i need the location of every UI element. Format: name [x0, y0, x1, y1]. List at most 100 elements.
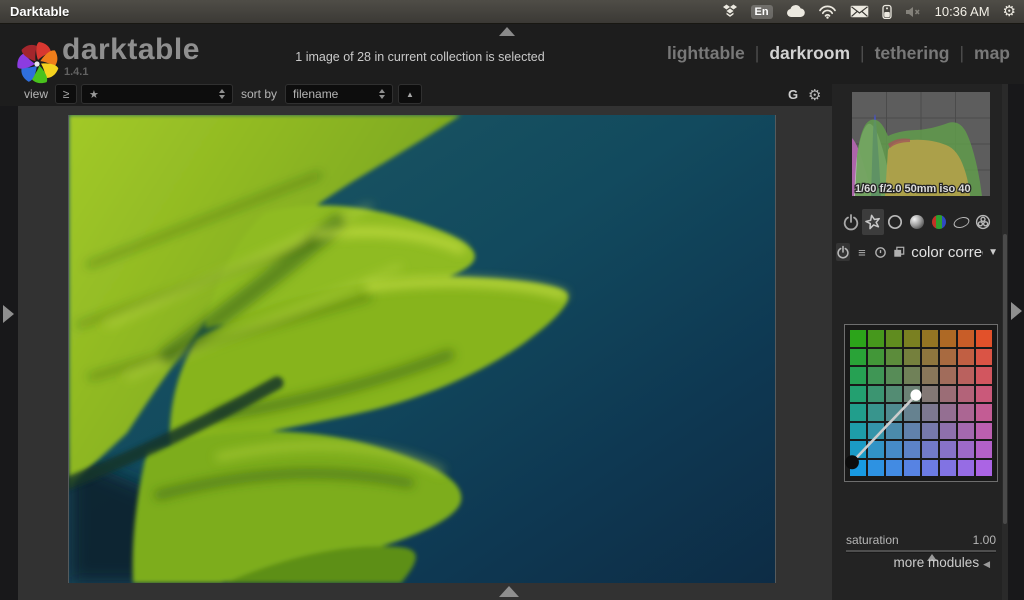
color-grid-cell[interactable]	[850, 422, 866, 439]
color-grid-cell[interactable]	[940, 330, 956, 347]
active-modules-group-power-icon[interactable]	[840, 209, 862, 235]
color-grid-cell[interactable]	[868, 441, 884, 458]
color-grid-cell[interactable]	[958, 348, 974, 365]
color-grid-cell[interactable]	[958, 422, 974, 439]
module-reset-icon[interactable]	[874, 243, 888, 261]
nav-map[interactable]: map	[974, 43, 1010, 64]
color-grid-cell[interactable]	[868, 404, 884, 421]
color-grid-cell[interactable]	[850, 441, 866, 458]
saturation-slider[interactable]: saturation 1.00	[846, 533, 996, 561]
color-grid-cell[interactable]	[904, 422, 920, 439]
color-grid-cell[interactable]	[940, 385, 956, 402]
sort-direction-button[interactable]: ▲	[398, 84, 422, 104]
mail-icon[interactable]	[850, 5, 869, 18]
color-grid-cell[interactable]	[850, 348, 866, 365]
color-grid-cell[interactable]	[940, 422, 956, 439]
nav-tethering[interactable]: tethering	[875, 43, 950, 64]
histogram[interactable]: 1/60 f/2.0 50mm iso 40	[852, 92, 990, 196]
color-grid-cell[interactable]	[976, 459, 992, 476]
module-presets-icon[interactable]: ≡	[855, 243, 869, 261]
color-grid-cell[interactable]	[922, 404, 938, 421]
wifi-icon[interactable]	[818, 5, 837, 19]
module-expand-icon[interactable]: ▼	[988, 247, 998, 258]
saturation-track[interactable]	[846, 550, 996, 561]
color-grid-cell[interactable]	[868, 330, 884, 347]
color-grid-cell[interactable]	[904, 367, 920, 384]
top-panel-expander-icon[interactable]	[499, 27, 515, 36]
color-grid-cell[interactable]	[850, 330, 866, 347]
color-grid-cell[interactable]	[886, 422, 902, 439]
tone-group-icon[interactable]	[906, 209, 928, 235]
color-grid-cell[interactable]	[886, 330, 902, 347]
color-grid-cell[interactable]	[958, 441, 974, 458]
color-grid-cell[interactable]	[904, 330, 920, 347]
filter-comparator-button[interactable]: ≥	[55, 84, 77, 104]
session-menu-gear-icon[interactable]: ⚙	[1003, 4, 1016, 19]
color-grid-cell[interactable]	[922, 385, 938, 402]
color-grid-cell[interactable]	[958, 459, 974, 476]
module-power-icon[interactable]	[836, 243, 850, 261]
color-grid-cell[interactable]	[868, 367, 884, 384]
favorites-group-star-icon[interactable]	[862, 209, 884, 235]
sort-field-dropdown[interactable]: filename	[285, 84, 393, 104]
color-grid-cell[interactable]	[958, 404, 974, 421]
nav-darkroom[interactable]: darkroom	[769, 43, 850, 64]
color-grid-cell[interactable]	[940, 404, 956, 421]
right-panel-collapse-icon[interactable]	[1011, 302, 1022, 320]
color-grid-cell[interactable]	[850, 459, 866, 476]
keyboard-layout-indicator[interactable]: En	[750, 4, 773, 19]
color-grid-cell[interactable]	[886, 385, 902, 402]
color-grid-cell[interactable]	[886, 367, 902, 384]
color-grid-cell[interactable]	[850, 367, 866, 384]
color-grid-cell[interactable]	[940, 367, 956, 384]
color-grid-cell[interactable]	[922, 330, 938, 347]
color-grid-cell[interactable]	[850, 385, 866, 402]
clock[interactable]: 10:36 AM	[935, 4, 990, 19]
color-grid-cell[interactable]	[976, 367, 992, 384]
color-grid-cell[interactable]	[922, 348, 938, 365]
volume-muted-icon[interactable]	[905, 6, 922, 18]
more-modules-toggle[interactable]: more modules ◀	[832, 555, 990, 570]
color-grid-cell[interactable]	[922, 367, 938, 384]
cloud-icon[interactable]	[786, 5, 805, 18]
color-grid-cell[interactable]	[958, 367, 974, 384]
color-grid-cell[interactable]	[940, 441, 956, 458]
grouping-toggle[interactable]: G	[788, 87, 798, 102]
color-grid-cell[interactable]	[904, 385, 920, 402]
left-panel-expander-icon[interactable]	[3, 305, 14, 323]
color-grid-cell[interactable]	[976, 348, 992, 365]
module-header-color-correction[interactable]: ≡ color correctio ▼	[836, 240, 998, 264]
color-grid-cell[interactable]	[922, 459, 938, 476]
color-grid-cell[interactable]	[958, 330, 974, 347]
color-grid-cell[interactable]	[886, 459, 902, 476]
color-grid-cell[interactable]	[940, 459, 956, 476]
color-grid-cell[interactable]	[976, 330, 992, 347]
photo-flower-macro[interactable]	[68, 115, 776, 583]
color-grid-cell[interactable]	[904, 348, 920, 365]
dropbox-icon[interactable]	[722, 4, 738, 19]
color-grid-cell[interactable]	[904, 459, 920, 476]
color-grid-cell[interactable]	[976, 422, 992, 439]
color-grid-cell[interactable]	[886, 404, 902, 421]
module-instance-icon[interactable]	[892, 243, 906, 261]
color-grid-cell[interactable]	[886, 348, 902, 365]
color-grid[interactable]	[850, 330, 992, 476]
color-grid-cell[interactable]	[976, 385, 992, 402]
color-grid-cell[interactable]	[922, 422, 938, 439]
battery-icon[interactable]	[881, 4, 892, 19]
basic-group-circle-icon[interactable]	[884, 209, 906, 235]
color-grid-cell[interactable]	[886, 441, 902, 458]
color-grid-cell[interactable]	[868, 422, 884, 439]
rating-filter-dropdown[interactable]: ★	[81, 84, 233, 104]
color-group-icon[interactable]	[928, 209, 950, 235]
color-grid-cell[interactable]	[850, 404, 866, 421]
correction-group-icon[interactable]	[950, 209, 972, 235]
color-grid-cell[interactable]	[976, 441, 992, 458]
nav-lighttable[interactable]: lighttable	[667, 43, 745, 64]
color-grid-cell[interactable]	[976, 404, 992, 421]
color-grid-cell[interactable]	[904, 404, 920, 421]
color-grid-cell[interactable]	[904, 441, 920, 458]
effect-group-icon[interactable]	[972, 209, 994, 235]
color-grid-cell[interactable]	[868, 459, 884, 476]
bottom-panel-expander-icon[interactable]	[499, 586, 519, 597]
